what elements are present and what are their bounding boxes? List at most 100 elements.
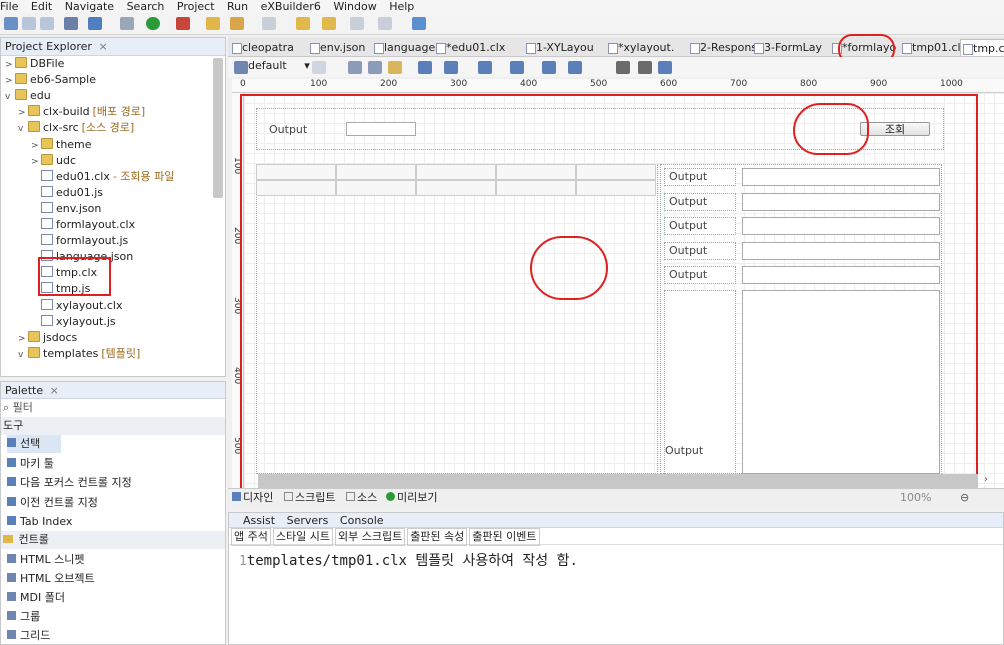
palette-control-item[interactable]: MDI 폴더 <box>7 589 65 607</box>
scroll-right-icon[interactable]: › <box>984 474 988 485</box>
editor-tab[interactable]: *edu01.clx <box>434 39 520 56</box>
align-top-icon[interactable] <box>444 61 458 74</box>
nav-forward-icon[interactable] <box>378 17 392 30</box>
monitor-icon[interactable] <box>64 17 78 30</box>
editor-tab[interactable]: *xylayout. <box>606 39 684 56</box>
tab-script[interactable]: 스크립트 <box>284 490 335 506</box>
expand-arrow-icon[interactable]: > <box>31 138 41 154</box>
nav-back-icon[interactable] <box>350 17 364 30</box>
explorer-scrollbar[interactable] <box>213 58 223 198</box>
new-icon[interactable] <box>4 17 18 30</box>
size-icon[interactable] <box>568 61 582 74</box>
tree-item[interactable]: > eb6-Sample <box>5 72 96 88</box>
expand-arrow-icon[interactable]: > <box>18 105 28 121</box>
menu-navigate[interactable]: Navigate <box>65 0 114 13</box>
canvas-horizontal-scrollbar[interactable] <box>258 474 978 488</box>
expand-arrow-icon[interactable]: v <box>18 121 28 137</box>
palette-section-controls[interactable]: 컨트롤 <box>1 531 225 549</box>
menu-exbuilder6[interactable]: eXBuilder6 <box>261 0 321 13</box>
subtab-published-events[interactable]: 출판된 이벤트 <box>469 528 540 546</box>
palette-control-item[interactable]: HTML 스니펫 <box>7 551 84 569</box>
editor-tab[interactable]: 2-Responsi <box>688 39 760 56</box>
group-icon[interactable] <box>510 61 524 74</box>
undo-icon[interactable] <box>312 61 326 74</box>
tree-item[interactable]: xylayout.js <box>31 314 116 330</box>
copy-icon[interactable] <box>348 61 362 74</box>
grid-icon[interactable] <box>638 61 652 74</box>
menu-project[interactable]: Project <box>177 0 215 13</box>
editor-tab[interactable]: tmp.clx <box>960 39 1004 56</box>
next-annotation-icon[interactable] <box>262 17 276 30</box>
palette-section-tools[interactable]: 도구 <box>1 417 225 435</box>
code-line[interactable]: 1templates/tmp01.clx 템플릿 사용하여 작성 함. <box>239 550 578 570</box>
palette-control-item[interactable]: HTML 오브젝트 <box>7 570 95 588</box>
palette-tool-item[interactable]: 마키 툴 <box>7 455 54 473</box>
perspective-icon[interactable] <box>412 17 426 30</box>
palette-tool-item[interactable]: 이전 컨트롤 지정 <box>7 494 98 512</box>
tab-preview[interactable]: 미리보기 <box>386 490 437 506</box>
close-icon[interactable]: × <box>50 384 59 397</box>
distribute-icon[interactable] <box>542 61 556 74</box>
globe-icon[interactable] <box>658 61 672 74</box>
tab-source[interactable]: 소스 <box>346 490 377 506</box>
editor-tab[interactable]: tmp01.clx <box>900 39 967 56</box>
save-icon[interactable] <box>22 17 36 30</box>
tree-item[interactable]: v edu <box>5 88 51 104</box>
palette-control-item[interactable]: 그룹 <box>7 608 40 626</box>
align-left-icon[interactable] <box>418 61 432 74</box>
debug-icon[interactable] <box>120 17 134 30</box>
tree-item[interactable]: > DBFile <box>5 56 64 72</box>
tree-item[interactable]: xylayout.clx <box>31 298 122 314</box>
tab-design[interactable]: 디자인 <box>232 490 273 506</box>
tree-item[interactable]: v templates [템플릿] <box>18 346 140 362</box>
menu-help[interactable]: Help <box>389 0 414 13</box>
expand-arrow-icon[interactable]: > <box>5 57 15 73</box>
tree-item[interactable]: edu01.js <box>31 185 103 201</box>
close-icon[interactable]: × <box>98 40 107 53</box>
subtab-app-comment[interactable]: 앱 주석 <box>231 528 271 546</box>
palette-tool-item[interactable]: 선택 <box>7 435 61 453</box>
preview-icon[interactable] <box>616 61 630 74</box>
publish-icon[interactable] <box>88 17 102 30</box>
zoom-slider-icon[interactable]: ⊖ <box>960 490 969 506</box>
tree-item[interactable]: v clx-src [소스 경로] <box>18 120 134 136</box>
expand-arrow-icon[interactable]: > <box>18 331 28 347</box>
subtab-external-script[interactable]: 외부 스크립트 <box>334 528 406 546</box>
tab-servers[interactable]: Servers <box>287 514 329 527</box>
tree-item[interactable]: > theme <box>31 137 92 153</box>
editor-tab[interactable]: cleopatra <box>230 39 304 56</box>
editor-tab[interactable]: language.j <box>372 39 442 56</box>
menu-edit[interactable]: Edit <box>31 0 52 13</box>
expand-arrow-icon[interactable]: v <box>18 347 28 363</box>
pencil-icon[interactable] <box>230 17 244 30</box>
editor-tab[interactable]: 3-FormLay <box>752 39 826 56</box>
forward-history-icon[interactable] <box>322 17 336 30</box>
palette-tool-item[interactable]: 다음 포커스 컨트롤 지정 <box>7 474 132 492</box>
tab-assist[interactable]: Assist <box>243 514 275 527</box>
expand-arrow-icon[interactable]: v <box>5 89 15 105</box>
paste-icon[interactable] <box>388 61 402 74</box>
external-tools-icon[interactable] <box>176 17 190 30</box>
subtab-stylesheet[interactable]: 스타일 시트 <box>272 528 333 546</box>
tab-console[interactable]: Console <box>340 514 384 527</box>
profile-select[interactable]: default ▾ <box>248 59 310 72</box>
back-icon[interactable] <box>296 17 310 30</box>
cut-icon[interactable] <box>368 61 382 74</box>
palette-tool-item[interactable]: Tab Index <box>7 513 72 531</box>
menu-run[interactable]: Run <box>227 0 248 13</box>
run-icon[interactable] <box>146 17 160 30</box>
zoom-level[interactable]: 100% <box>900 490 931 506</box>
align-middle-icon[interactable] <box>478 61 492 74</box>
menu-window[interactable]: Window <box>333 0 376 13</box>
editor-tab[interactable]: 1-XYLayou <box>524 39 602 56</box>
tree-item[interactable]: edu01.clx - 조회용 파일 <box>31 169 174 185</box>
tree-item[interactable]: > jsdocs <box>18 330 77 346</box>
menu-search[interactable]: Search <box>127 0 165 13</box>
palette-control-item[interactable]: 그리드 <box>7 627 50 645</box>
editor-tab[interactable]: env.json <box>308 39 368 56</box>
layout-icon[interactable] <box>234 61 248 74</box>
menu-file[interactable]: File <box>0 0 18 13</box>
palette-filter-input[interactable]: ⌕ 필터 <box>3 399 33 417</box>
tree-item[interactable]: > clx-build [배포 경로] <box>18 104 145 120</box>
expand-arrow-icon[interactable]: > <box>31 154 41 170</box>
